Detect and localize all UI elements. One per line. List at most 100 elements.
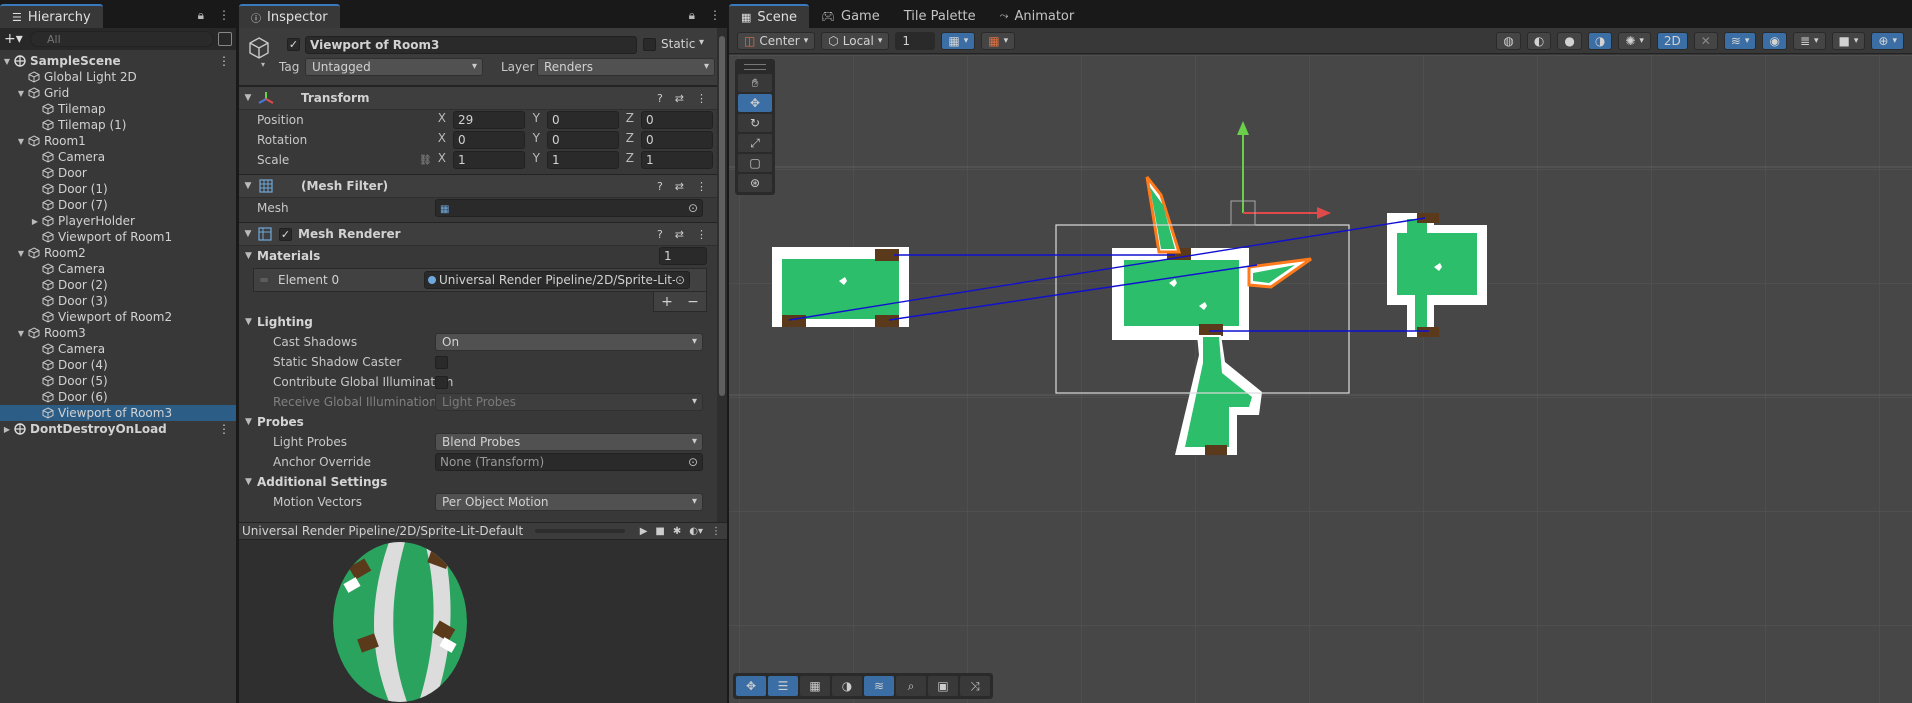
kebab-menu-icon[interactable]: ⋮ xyxy=(711,526,721,537)
hand-tool-button[interactable]: ✋︎ xyxy=(738,74,772,92)
add-element-button[interactable]: + xyxy=(654,292,680,311)
light-icon[interactable]: ✱ xyxy=(673,526,681,537)
lock-icon[interactable]: 🔒︎ xyxy=(689,8,695,23)
axis-label[interactable]: Z xyxy=(623,131,637,149)
icon-dropdown-icon[interactable]: ▾ xyxy=(261,60,265,69)
space-local-dropdown[interactable]: ⬡ Local ▾ xyxy=(821,31,890,50)
drag-handle-icon[interactable] xyxy=(744,64,766,70)
hierarchy-item[interactable]: Door (6) xyxy=(0,389,236,405)
scale-tool-button[interactable]: ⤢ xyxy=(738,134,772,152)
axis-label[interactable]: X xyxy=(435,131,449,149)
kebab-menu-icon[interactable]: ⋮ xyxy=(696,180,707,193)
overlay-tilemap-button[interactable]: ▦ xyxy=(800,676,830,696)
scene-row[interactable]: ▼ SampleScene ⋮ xyxy=(0,53,236,69)
shading-solid-button[interactable]: ● xyxy=(1557,31,1582,50)
position-x-field[interactable]: 29 xyxy=(453,111,525,129)
tab-animator[interactable]: ⤳ Animator xyxy=(988,4,1087,28)
position-z-field[interactable]: 0 xyxy=(641,111,713,129)
drag-handle-icon[interactable]: ═ xyxy=(254,273,274,287)
fold-arrow-icon[interactable]: ▼ xyxy=(245,317,257,327)
shading-lit-button[interactable]: ◐ xyxy=(1526,31,1552,50)
hierarchy-item[interactable]: Door (7) xyxy=(0,197,236,213)
hierarchy-item[interactable]: Camera xyxy=(0,149,236,165)
lighting-section[interactable]: ▼ Lighting xyxy=(239,312,717,332)
scale-z-field[interactable]: 1 xyxy=(641,151,713,169)
object-name-field[interactable]: Viewport of Room3 xyxy=(305,36,637,54)
object-picker-icon[interactable]: ⊙ xyxy=(688,200,698,216)
transform-tool-button[interactable]: ⊛ xyxy=(738,174,772,192)
overlay-sprite-button[interactable]: ☰ xyxy=(768,676,798,696)
fold-arrow-icon[interactable]: ▼ xyxy=(14,137,28,146)
cast-shadows-dropdown[interactable]: On xyxy=(435,333,703,351)
draw-mode-button[interactable]: ◍ xyxy=(1496,31,1521,50)
axis-label[interactable]: Y xyxy=(529,131,543,149)
hierarchy-item[interactable]: Viewport of Room1 xyxy=(0,229,236,245)
rotate-tool-button[interactable]: ↻ xyxy=(738,114,772,132)
scene-row[interactable]: ▶ DontDestroyOnLoad ⋮ xyxy=(0,421,236,437)
effects-button[interactable]: ≋ ▾ xyxy=(1723,31,1757,50)
fold-arrow-icon[interactable]: ▶ xyxy=(28,217,42,226)
fold-arrow-icon[interactable]: ▼ xyxy=(245,251,257,261)
static-checkbox[interactable] xyxy=(643,38,656,51)
materials-section[interactable]: ▼ Materials 1 xyxy=(239,246,717,266)
camera-button[interactable]: ■ ▾ xyxy=(1831,31,1866,50)
hierarchy-item[interactable]: Door (1) xyxy=(0,181,236,197)
constrain-proportions-icon[interactable]: ⛓ xyxy=(419,155,432,166)
hierarchy-item[interactable]: Tilemap xyxy=(0,101,236,117)
move-tool-button[interactable]: ✥ xyxy=(738,94,772,112)
material-preview-area[interactable] xyxy=(239,540,727,703)
hierarchy-item[interactable]: Camera xyxy=(0,261,236,277)
scene-viewport[interactable]: ✋︎ ✥ ↻ ⤢ ▢ ⊛ ✥ ☰ ▦ ◑ ≋ ⌕ ▣ ⤨ xyxy=(729,55,1912,703)
motion-vectors-dropdown[interactable]: Per Object Motion xyxy=(435,493,703,511)
axis-label[interactable]: X xyxy=(435,111,449,129)
hierarchy-item[interactable]: ▼ Room3 xyxy=(0,325,236,341)
element0-material-field[interactable]: Universal Render Pipeline/2D/Sprite-Lit-… xyxy=(424,271,690,289)
scene-canvas[interactable] xyxy=(729,55,1912,703)
materials-count-field[interactable]: 1 xyxy=(659,247,707,265)
tab-inspector[interactable]: ⓘ Inspector xyxy=(239,4,340,28)
preset-icon[interactable]: ⇄ xyxy=(675,92,684,105)
kebab-menu-icon[interactable]: ⋮ xyxy=(218,422,230,436)
play-icon[interactable]: ▶ xyxy=(640,526,648,537)
probes-section[interactable]: ▼ Probes xyxy=(239,412,717,432)
preset-icon[interactable]: ⇄ xyxy=(675,228,684,241)
kebab-menu-icon[interactable]: ⋮ xyxy=(218,54,230,68)
room1-sprite[interactable] xyxy=(772,247,909,327)
pivot-center-dropdown[interactable]: ◫ Center ▾ xyxy=(737,31,816,50)
fold-arrow-icon[interactable]: ▼ xyxy=(245,477,257,487)
stop-icon[interactable]: ■ xyxy=(655,526,664,537)
rotation-y-field[interactable]: 0 xyxy=(547,131,619,149)
help-icon[interactable]: ? xyxy=(657,228,663,241)
kebab-menu-icon[interactable]: ⋮ xyxy=(696,228,707,241)
preview-drag-handle[interactable] xyxy=(535,529,626,533)
transform-header[interactable]: ▼ Transform ? ⇄ ⋮ xyxy=(239,86,717,110)
hierarchy-item[interactable]: Global Light 2D xyxy=(0,69,236,85)
additional-settings-section[interactable]: ▼ Additional Settings xyxy=(239,472,717,492)
tab-scene[interactable]: ▦ Scene xyxy=(729,4,810,28)
fold-arrow-icon[interactable]: ▼ xyxy=(239,181,257,191)
fold-arrow-icon[interactable]: ▶ xyxy=(0,425,14,434)
overlay-move-button[interactable]: ✥ xyxy=(736,676,766,696)
inspector-scrollbar[interactable] xyxy=(717,28,727,522)
fold-arrow-icon[interactable]: ▼ xyxy=(239,229,257,239)
mesh-object-field[interactable]: ▦ ⊙ xyxy=(435,199,703,217)
tab-tile-palette[interactable]: Tile Palette xyxy=(892,4,988,28)
debug-button[interactable]: ✺ ▾ xyxy=(1618,31,1651,50)
axis-label[interactable]: Y xyxy=(529,111,543,129)
contribute-gi-checkbox[interactable] xyxy=(435,375,448,389)
overlay-light-button[interactable]: ◑ xyxy=(832,676,862,696)
help-icon[interactable]: ? xyxy=(657,180,663,193)
rotation-z-field[interactable]: 0 xyxy=(641,131,713,149)
axis-label[interactable]: Y xyxy=(529,151,543,169)
fold-arrow-icon[interactable]: ▼ xyxy=(14,249,28,258)
anchor-override-field[interactable]: None (Transform) ⊙ xyxy=(435,453,703,471)
kebab-menu-icon[interactable]: ⋮ xyxy=(709,8,721,23)
help-icon[interactable]: ? xyxy=(657,92,663,105)
hierarchy-item[interactable]: ▼ Grid xyxy=(0,85,236,101)
add-dropdown-button[interactable]: +▾ xyxy=(4,31,26,47)
static-shadow-checkbox[interactable] xyxy=(435,355,448,369)
lighting-toggle-button[interactable]: ✕ xyxy=(1693,31,1718,50)
active-checkbox[interactable]: ✓ xyxy=(287,38,300,51)
mesh-renderer-enabled-checkbox[interactable]: ✓ xyxy=(279,227,292,241)
hierarchy-item[interactable]: ▼ Room2 xyxy=(0,245,236,261)
